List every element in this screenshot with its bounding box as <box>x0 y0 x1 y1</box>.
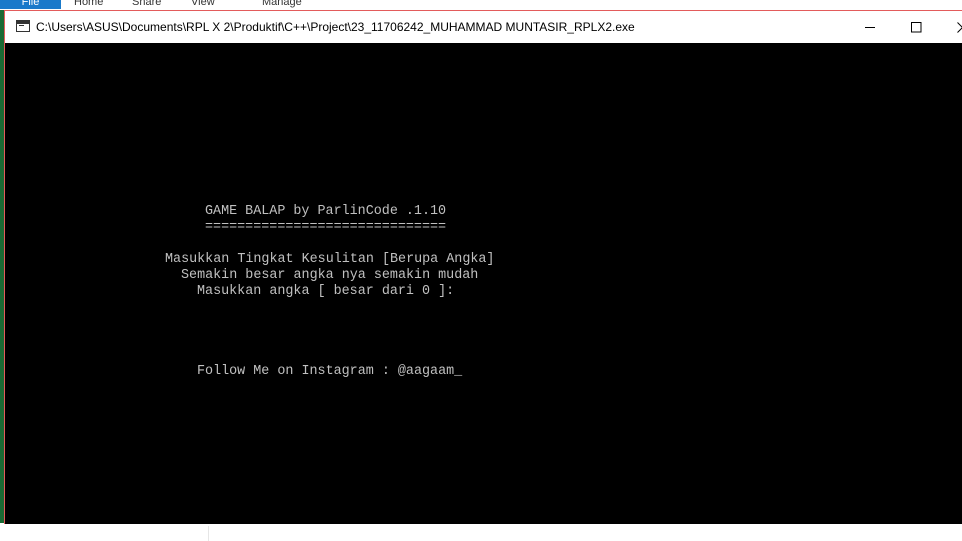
ribbon-tab-manage[interactable]: Manage <box>262 0 302 9</box>
ribbon-tab-file[interactable]: File <box>0 0 61 9</box>
difficulty-hint: Semakin besar angka nya semakin mudah <box>181 268 479 283</box>
ribbon-tab-share[interactable]: Share <box>132 0 161 9</box>
maximize-icon <box>911 22 922 33</box>
number-input-prompt: Masukkan angka [ besar dari 0 ]: <box>197 284 455 299</box>
window-title: C:\Users\ASUS\Documents\RPL X 2\Produkti… <box>36 20 635 34</box>
minimize-icon <box>865 27 875 28</box>
close-icon <box>957 22 962 33</box>
minimize-button[interactable] <box>847 11 893 43</box>
close-button[interactable] <box>939 11 962 43</box>
console-app-icon <box>16 20 30 32</box>
difficulty-prompt: Masukkan Tingkat Kesulitan [Berupa Angka… <box>165 252 495 267</box>
console-output[interactable]: GAME BALAP by ParlinCode .1.10 =========… <box>5 43 962 524</box>
pane-divider <box>208 526 209 541</box>
title-bar[interactable]: C:\Users\ASUS\Documents\RPL X 2\Produkti… <box>5 11 962 43</box>
maximize-button[interactable] <box>893 11 939 43</box>
ribbon-tab-home[interactable]: Home <box>74 0 103 9</box>
ribbon-tab-view[interactable]: View <box>191 0 215 9</box>
game-title: GAME BALAP by ParlinCode .1.10 <box>205 204 447 219</box>
explorer-status-area <box>0 524 962 541</box>
instagram-footer: Follow Me on Instagram : @aagaam_ <box>197 364 463 379</box>
title-separator: ============================== <box>205 220 447 235</box>
explorer-ribbon: File Home Share View Manage <box>0 0 962 10</box>
console-window[interactable]: C:\Users\ASUS\Documents\RPL X 2\Produkti… <box>4 10 962 524</box>
